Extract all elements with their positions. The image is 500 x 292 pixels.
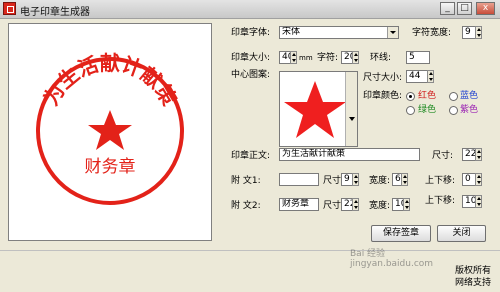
attach2-width-label: 宽度: — [369, 201, 391, 211]
attach2-width-spinner[interactable] — [403, 198, 410, 211]
color-green-label: 绿色 — [418, 105, 437, 115]
watermark-line2: jingyan.baidu.com — [350, 259, 434, 269]
attach1-width-spinner[interactable] — [401, 173, 408, 186]
color-blue-label: 蓝色 — [460, 91, 479, 101]
text-size-spinner[interactable] — [475, 148, 482, 161]
star-icon — [284, 81, 346, 138]
chevron-down-icon[interactable] — [387, 27, 398, 38]
text-size-label: 尺寸: — [432, 151, 454, 161]
copyright-text: 版权所有 — [455, 266, 492, 276]
color-blue-radio[interactable] — [449, 92, 458, 101]
attach1-width-label: 宽度: — [369, 176, 391, 186]
attach1-shift-spinner[interactable] — [475, 173, 482, 186]
color-label: 印章颜色: — [363, 91, 403, 101]
color-red-radio[interactable] — [406, 92, 415, 101]
text-label: 印章正文: — [231, 151, 271, 161]
seal-arc-text: 为生活献计献策 — [39, 51, 182, 111]
attach1-input[interactable] — [279, 173, 319, 186]
window-title: 电子印章生成器 — [20, 7, 90, 18]
ring-label: 环线: — [370, 53, 392, 63]
size2-input[interactable]: 44 — [406, 70, 428, 83]
attach2-size-spinner[interactable] — [352, 198, 359, 211]
attach2-label: 附 文2: — [231, 201, 261, 211]
seal-preview: 为生活献计献策 财务章 — [8, 23, 212, 241]
color-green-radio[interactable] — [406, 106, 415, 115]
color-purple-radio[interactable] — [449, 106, 458, 115]
char-width-label: 字符宽度: — [412, 28, 452, 38]
center-label: 中心图案: — [231, 70, 271, 80]
char-width-spinner[interactable] — [475, 26, 482, 39]
seal-app-icon — [3, 2, 16, 15]
color-purple-label: 紫色 — [460, 105, 479, 115]
main-text-input[interactable]: 为生活献计献策 — [279, 148, 420, 161]
attach1-label: 附 文1: — [231, 176, 261, 186]
size2-label: 尺寸大小: — [363, 73, 403, 83]
font-label: 印章字体: — [231, 28, 271, 38]
title-bar: 电子印章生成器 _ □ x — [0, 0, 500, 19]
support-text: 网络支持 — [455, 278, 492, 288]
watermark: Bai 经验 jingyan.baidu.com — [350, 246, 460, 274]
size-spinner[interactable] — [290, 51, 297, 64]
close-button[interactable]: 关闭 — [437, 225, 486, 242]
seal-graphic: 为生活献计献策 财务章 — [36, 51, 184, 205]
close-window-button[interactable]: x — [476, 2, 495, 15]
text-size-input[interactable]: 22 — [462, 148, 476, 161]
attach1-shift-label: 上下移: — [425, 176, 456, 186]
minimize-button[interactable]: _ — [440, 2, 455, 15]
char-spinner[interactable] — [352, 51, 359, 64]
app-window: 电子印章生成器 _ □ x 为生活献计献策 财务章 印章字体: 宋体 字符宽度:… — [0, 0, 500, 292]
center-pattern-scrollbar[interactable] — [345, 72, 357, 146]
seal-bottom-text: 财务章 — [85, 157, 136, 177]
save-seal-button[interactable]: 保存签章 — [371, 225, 431, 242]
size2-spinner[interactable] — [427, 70, 434, 83]
attach2-shift-input[interactable]: 10 — [462, 195, 476, 208]
attach1-shift-input[interactable]: 0 — [462, 173, 476, 186]
char-label: 字符: — [317, 53, 339, 63]
seal-star-icon — [88, 110, 132, 150]
attach2-input[interactable]: 财务章 — [279, 198, 319, 211]
color-red-label: 红色 — [418, 91, 437, 101]
mm-unit: mm — [299, 54, 313, 62]
attach1-size-label: 尺寸 — [323, 176, 342, 186]
attach2-size-label: 尺寸 — [323, 201, 342, 211]
font-select[interactable]: 宋体 — [279, 26, 399, 39]
attach1-size-spinner[interactable] — [352, 173, 359, 186]
attach2-shift-label: 上下移: — [425, 196, 456, 206]
char-width-input[interactable]: 9 — [462, 26, 476, 39]
size-label: 印章大小: — [231, 53, 271, 63]
ring-input[interactable]: 5 — [406, 51, 430, 64]
watermark-line1: Bai 经验 — [350, 249, 386, 259]
attach2-shift-spinner[interactable] — [475, 195, 482, 208]
maximize-button[interactable]: □ — [457, 2, 472, 15]
